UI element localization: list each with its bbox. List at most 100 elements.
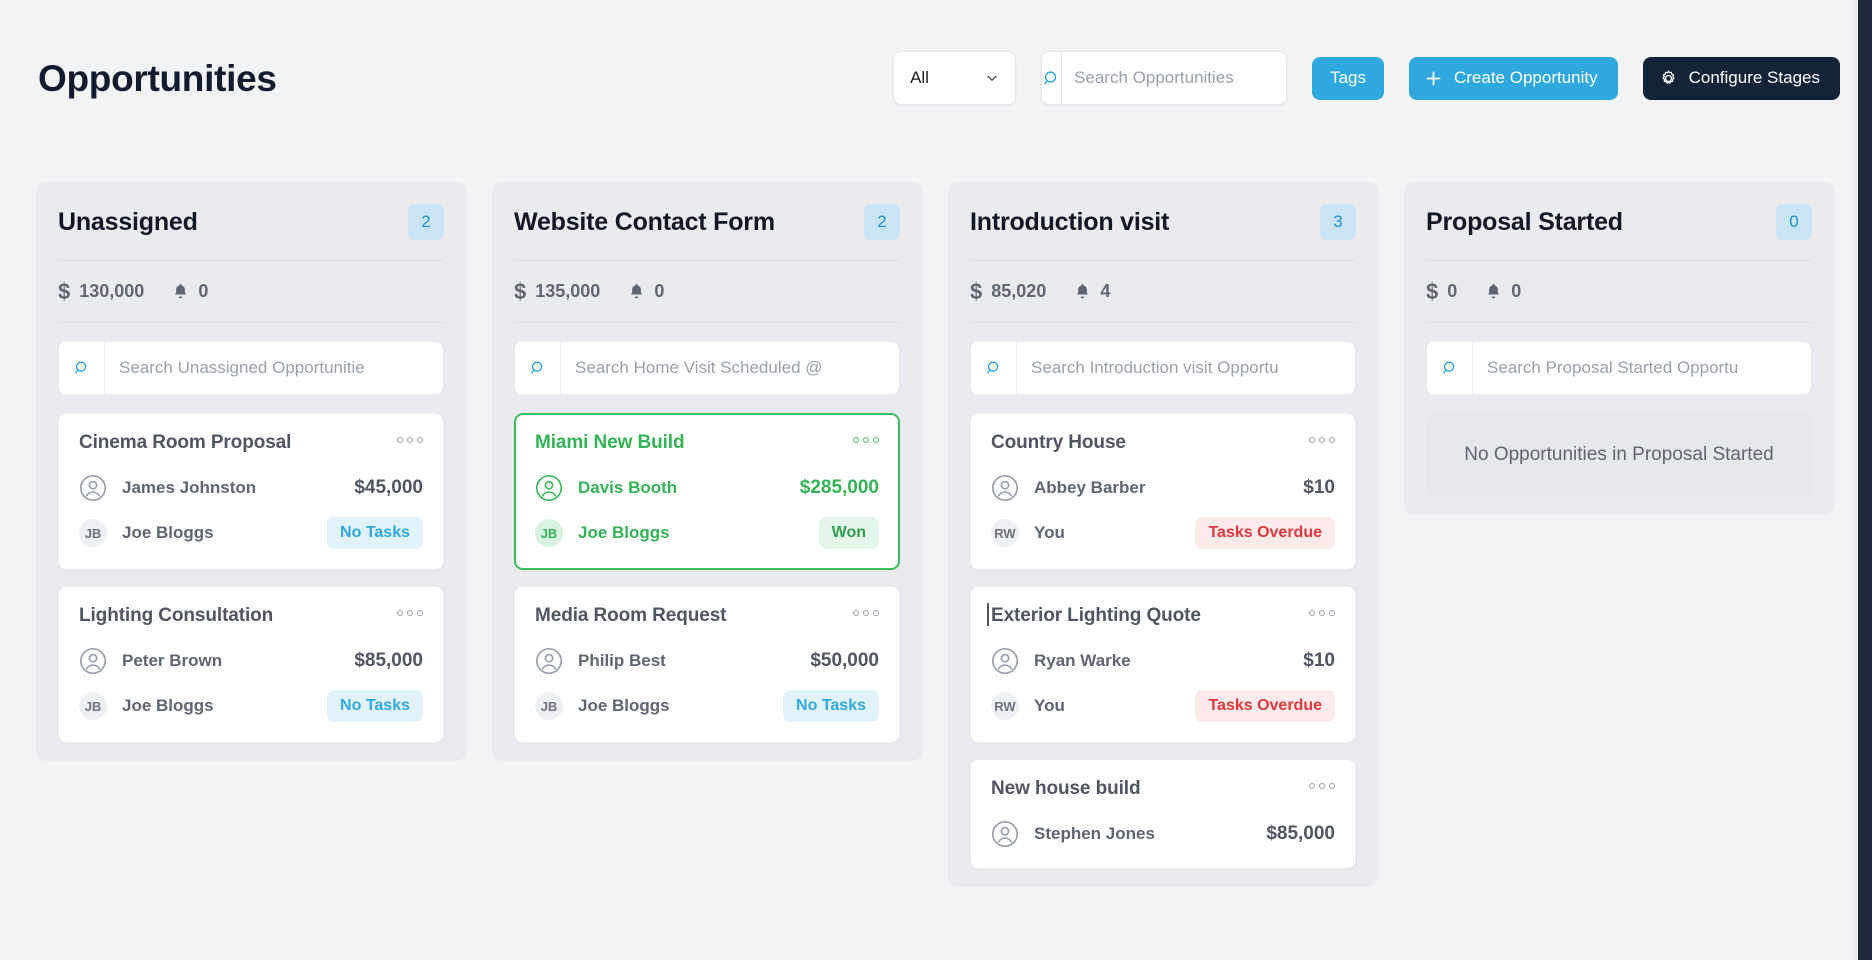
create-opportunity-button[interactable]: Create Opportunity: [1408, 56, 1618, 100]
column-search[interactable]: [58, 341, 444, 395]
contact-name: Abbey Barber: [1034, 478, 1146, 497]
column-notification-count: 4: [1100, 281, 1111, 301]
column-title: Website Contact Form: [514, 207, 775, 236]
column-search-input[interactable]: [105, 342, 443, 394]
opportunity-amount: $10: [1303, 477, 1335, 498]
opportunity-card[interactable]: Media Room Request Philip Best $50,000 JB Jo…: [514, 586, 900, 743]
opportunity-card-header: Lighting Consultation: [79, 605, 423, 627]
opportunity-title: Lighting Consultation: [79, 605, 274, 626]
more-options-icon[interactable]: [1309, 778, 1335, 789]
status-badge: No Tasks: [783, 690, 879, 722]
more-options-icon[interactable]: [1309, 432, 1335, 443]
avatar: JB: [79, 519, 107, 547]
person-avatar-icon: [535, 647, 563, 675]
opportunity-card[interactable]: New house build Stephen Jones $85,000: [970, 759, 1356, 869]
opportunity-amount: $85,000: [354, 650, 423, 671]
more-options-icon[interactable]: [1309, 605, 1335, 616]
global-search[interactable]: [1041, 51, 1288, 105]
more-options-icon[interactable]: [853, 605, 879, 616]
column-stats: $0 0: [1426, 261, 1812, 322]
bell-icon: [1485, 282, 1502, 301]
dollar-icon: $: [514, 278, 527, 304]
search-icon: [59, 342, 105, 394]
column-search-input[interactable]: [1017, 342, 1355, 394]
empty-column-message: No Opportunities in Proposal Started: [1426, 413, 1812, 497]
owner-name: You: [1034, 523, 1065, 542]
opportunity-contact-row: Peter Brown $85,000: [79, 647, 423, 675]
opportunity-owner-row: JB Joe Bloggs No Tasks: [535, 690, 879, 722]
bell-icon: [628, 282, 645, 301]
board-column: Proposal Started 0 $0 0 No Opportunities in …: [1404, 182, 1834, 515]
opportunity-card-header: Country House: [991, 432, 1335, 454]
configure-stages-label: Configure Stages: [1688, 68, 1820, 87]
opportunity-card-header: Miami New Build: [535, 432, 879, 454]
dollar-icon: $: [970, 278, 983, 304]
opportunity-amount: $10: [1303, 650, 1335, 671]
opportunity-title: Country House: [991, 432, 1126, 453]
status-badge: Tasks Overdue: [1195, 690, 1335, 722]
owner-name: Joe Bloggs: [578, 696, 670, 715]
column-search[interactable]: [970, 341, 1356, 395]
opportunity-card[interactable]: Cinema Room Proposal James Johnston $45,00…: [58, 413, 444, 570]
column-header: Proposal Started 0: [1426, 204, 1812, 260]
column-count-badge: 2: [408, 204, 444, 240]
opportunity-contact-row: Abbey Barber $10: [991, 474, 1335, 502]
opportunity-amount: $50,000: [810, 650, 879, 671]
more-options-icon[interactable]: [853, 432, 879, 443]
column-header: Website Contact Form 2: [514, 204, 900, 260]
column-header: Unassigned 2: [58, 204, 444, 260]
opportunity-contact-row: Ryan Warke $10: [991, 647, 1335, 675]
header-actions: All Tags Create Opportunity: [893, 51, 1840, 105]
right-edge-rail: [1858, 0, 1872, 960]
board-column: Introduction visit 3 $85,020 4 Country House…: [948, 182, 1378, 887]
column-notification-count: 0: [654, 281, 665, 301]
search-input[interactable]: [1062, 52, 1287, 104]
more-options-icon[interactable]: [397, 605, 423, 616]
bell-icon: [1074, 282, 1091, 301]
opportunity-card[interactable]: Lighting Consultation Peter Brown $85,000 J…: [58, 586, 444, 743]
owner-name: Joe Bloggs: [578, 523, 670, 542]
opportunity-owner-row: RW You Tasks Overdue: [991, 690, 1335, 722]
column-card-list: Cinema Room Proposal James Johnston $45,00…: [58, 413, 444, 743]
column-search-input[interactable]: [561, 342, 899, 394]
column-search[interactable]: [514, 341, 900, 395]
search-icon: [515, 342, 561, 394]
avatar: RW: [991, 692, 1019, 720]
opportunity-title: Exterior Lighting Quote: [987, 603, 1201, 626]
opportunity-title: New house build: [991, 778, 1141, 799]
opportunity-contact-row: Davis Booth $285,000: [535, 474, 879, 502]
opportunity-owner-row: RW You Tasks Overdue: [991, 517, 1335, 549]
contact-name: Peter Brown: [122, 651, 223, 670]
opportunity-card[interactable]: Country House Abbey Barber $10 RW You Tasks O…: [970, 413, 1356, 570]
dollar-icon: $: [1426, 278, 1439, 304]
kanban-board: Unassigned 2 $130,000 0 Cinema Room Proposal…: [36, 182, 1834, 887]
column-divider-bottom: [514, 322, 900, 323]
search-icon: [1427, 342, 1473, 394]
chevron-down-icon: [985, 71, 999, 85]
status-badge: Won: [818, 517, 879, 549]
avatar: JB: [535, 519, 563, 547]
column-notification-count: 0: [1511, 281, 1522, 301]
column-total-value: 130,000: [79, 281, 145, 301]
filter-dropdown[interactable]: All: [893, 51, 1017, 105]
opportunity-card[interactable]: Exterior Lighting Quote Ryan Warke $10 RW Yo…: [970, 586, 1356, 743]
tags-button[interactable]: Tags: [1312, 56, 1384, 100]
column-title: Proposal Started: [1426, 207, 1623, 236]
column-search[interactable]: [1426, 341, 1812, 395]
opportunity-contact-row: Stephen Jones $85,000: [991, 820, 1335, 848]
owner-name: You: [1034, 696, 1065, 715]
opportunity-contact-row: James Johnston $45,000: [79, 474, 423, 502]
column-divider-bottom: [970, 322, 1356, 323]
person-avatar-icon: [535, 474, 563, 502]
configure-stages-button[interactable]: Configure Stages: [1642, 56, 1840, 100]
more-options-icon[interactable]: [397, 432, 423, 443]
opportunity-card[interactable]: Miami New Build Davis Booth $285,000 JB Joe …: [514, 413, 900, 570]
filter-dropdown-value: All: [910, 68, 929, 87]
owner-name: Joe Bloggs: [122, 696, 214, 715]
person-avatar-icon: [79, 647, 107, 675]
opportunity-title: Miami New Build: [535, 432, 685, 453]
column-count-badge: 0: [1776, 204, 1812, 240]
opportunity-owner-row: JB Joe Bloggs No Tasks: [79, 517, 423, 549]
dollar-icon: $: [58, 278, 71, 304]
column-search-input[interactable]: [1473, 342, 1811, 394]
